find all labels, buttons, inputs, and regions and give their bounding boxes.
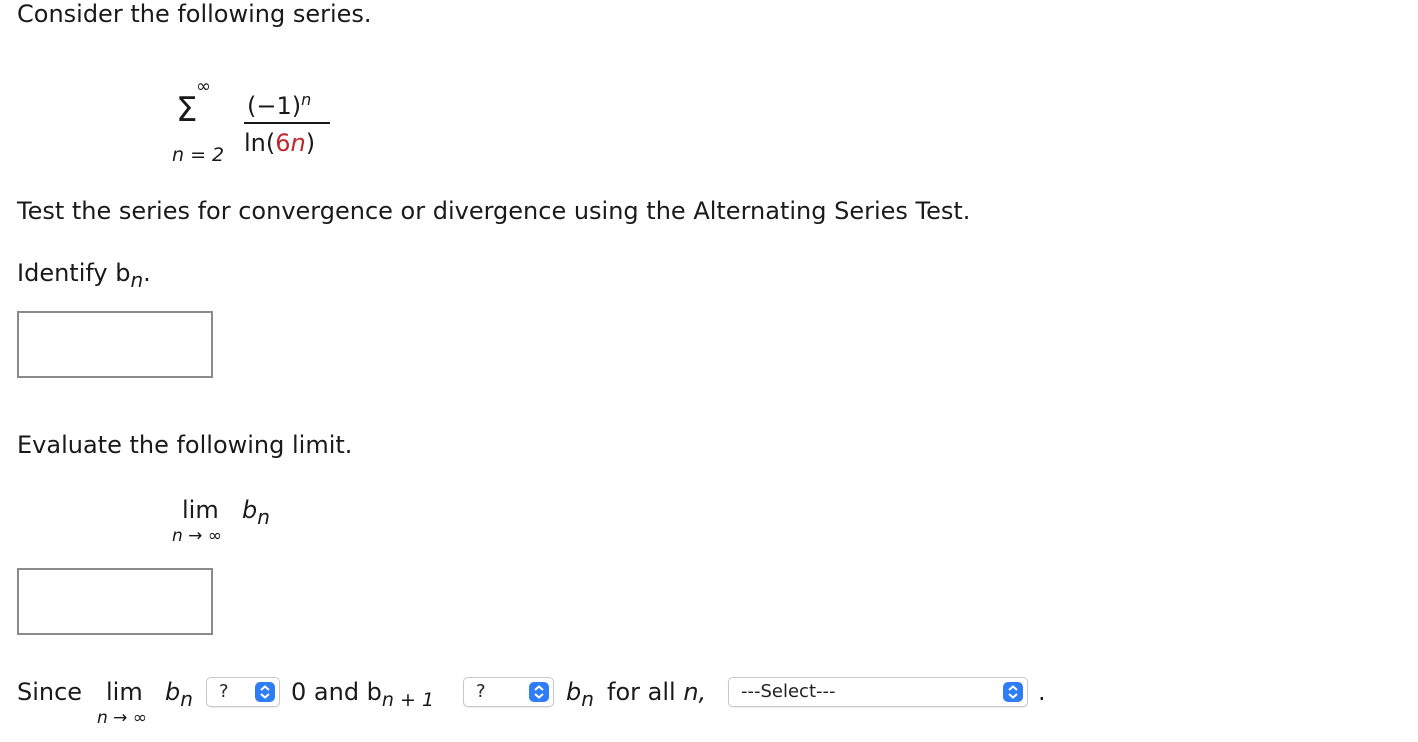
series-numerator: (−1)n xyxy=(247,90,312,120)
since-lim-under: n → ∞ xyxy=(97,708,147,728)
sum-upper-limit: ∞ xyxy=(196,76,211,97)
compare-select-2-value: ? xyxy=(476,681,486,702)
since-label: Since xyxy=(17,678,83,706)
intro-text: Consider the following series. xyxy=(17,0,372,28)
compare-select-1-value: ? xyxy=(219,681,229,702)
bn-answer-input[interactable] xyxy=(17,311,213,378)
limit-under: n → ∞ xyxy=(172,526,222,546)
final-period: . xyxy=(1038,678,1046,706)
series-denominator: ln(6n) xyxy=(244,129,316,157)
conclusion-select-value: ---Select--- xyxy=(741,681,836,702)
evaluate-prompt: Evaluate the following limit. xyxy=(17,431,353,459)
compare-select-1[interactable]: ? xyxy=(206,677,280,707)
chevron-updown-icon xyxy=(1003,682,1023,702)
chevron-updown-icon xyxy=(529,682,549,702)
identify-prompt: Identify bn. xyxy=(17,259,151,292)
limit-lim: lim xyxy=(182,496,219,524)
sigma-symbol: Σ xyxy=(176,90,198,130)
since-zero-and: 0 and bn + 1 xyxy=(291,678,435,711)
instruction-text: Test the series for convergence or diver… xyxy=(17,197,971,225)
limit-b: bn xyxy=(242,496,270,529)
since-bn-2: bn xyxy=(566,678,594,711)
chevron-updown-icon xyxy=(255,682,275,702)
since-bn: bn xyxy=(165,678,193,711)
for-all-text: for all n, xyxy=(607,678,707,706)
fraction-bar xyxy=(244,122,330,124)
sum-lower-limit: n = 2 xyxy=(172,144,225,166)
since-lim: lim xyxy=(106,678,143,706)
limit-answer-input[interactable] xyxy=(17,568,213,635)
compare-select-2[interactable]: ? xyxy=(463,677,554,707)
conclusion-select[interactable]: ---Select--- xyxy=(728,677,1028,707)
